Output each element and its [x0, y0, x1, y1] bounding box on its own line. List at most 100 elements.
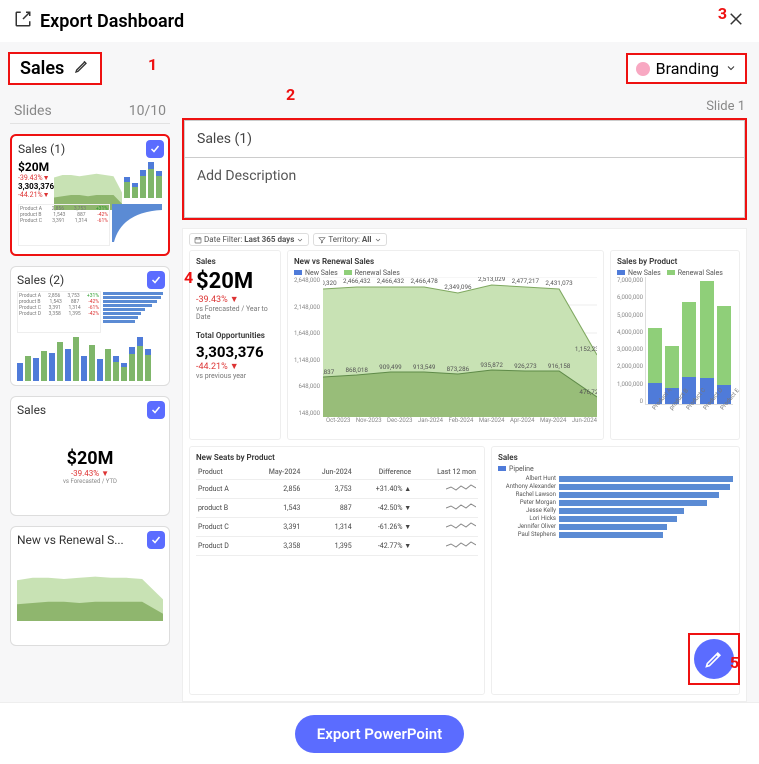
slides-label: Slides: [14, 103, 52, 119]
table-row: product B1,543887-42.50% ▼: [196, 499, 478, 518]
slide-description-input[interactable]: Add Description: [184, 158, 745, 218]
th-may[interactable]: May-2024: [249, 465, 303, 480]
export-powerpoint-button[interactable]: Export PowerPoint: [295, 715, 464, 753]
slide-include-checkbox[interactable]: [146, 140, 164, 158]
territory-filter-label: Territory:: [328, 235, 360, 244]
hbar-row: Rachel Lawson: [498, 491, 733, 498]
slides-header: Slides 10/10: [10, 103, 170, 124]
kpi-opp-title: Total Opportunities: [196, 331, 274, 340]
kpi-sales-value: $20M: [196, 269, 274, 294]
slide-thumb-title: Sales (2): [17, 273, 163, 287]
table-row: Product C3,3911,314-61.26% ▼: [196, 518, 478, 537]
svg-text:2,431,073: 2,431,073: [545, 279, 573, 287]
titlebar: Sales Branding: [0, 42, 759, 95]
slide-include-checkbox[interactable]: [147, 531, 165, 549]
callout-1: 1: [148, 55, 157, 74]
svg-text:916,158: 916,158: [548, 362, 571, 370]
callout-4: 4: [184, 268, 193, 287]
slide-thumb-preview: $20M -39.43%▼ 3,303,376 -44.21%▼: [18, 160, 162, 250]
th-diff[interactable]: Difference: [354, 465, 413, 480]
svg-text:2,420,320: 2,420,320: [323, 279, 337, 287]
svg-text:2,349,096: 2,349,096: [444, 283, 472, 291]
svg-text:2,477,217: 2,477,217: [512, 277, 540, 285]
th-product[interactable]: Product: [196, 465, 249, 480]
area-chart-legend: New Sales Renewal Sales: [294, 269, 597, 277]
svg-text:909,499: 909,499: [379, 363, 402, 371]
callout-3: 3: [718, 4, 727, 23]
hbar-row: Jesse Kelly: [498, 507, 733, 514]
hbar-row: Anthony Alexander: [498, 483, 733, 490]
slides-sidebar: Slides 10/10 Sales (1) $20M -39.43%▼ 3,3…: [0, 95, 180, 702]
hbar-row: Peter Morgan: [498, 499, 733, 506]
slide-thumb-preview: Product A2,8563,753+31% product B1,54388…: [17, 291, 163, 381]
title-desc-group: Sales (1) Add Description: [182, 118, 747, 220]
slide-thumb-4[interactable]: New vs Renewal S...: [10, 526, 170, 646]
dialog-header: Export Dashboard: [0, 0, 759, 43]
preview-filter-bar: Date Filter: Last 365 days Territory: Al…: [183, 229, 746, 250]
territory-filter-pill[interactable]: Territory: All: [313, 233, 386, 246]
seats-table: Product May-2024 Jun-2024 Difference Las…: [196, 465, 478, 556]
slide-thumb-2[interactable]: Sales (2) Product A2,8563,753+31% produc…: [10, 266, 170, 386]
dialog-title: Export Dashboard: [40, 11, 184, 32]
slide-editor: Slide 1 Sales (1) Add Description Date F…: [180, 95, 759, 702]
svg-text:935,872: 935,872: [480, 361, 503, 369]
callout-2: 2: [286, 85, 295, 104]
slide-thumb-title: New vs Renewal S...: [17, 533, 163, 547]
area-chart: 2,420,3202,466,4322,466,4322,466,4782,34…: [323, 277, 597, 417]
table-title: New Seats by Product: [196, 453, 478, 462]
kpi-sales-delta: -39.43%▼: [196, 294, 274, 305]
svg-text:2,466,432: 2,466,432: [343, 277, 371, 285]
svg-text:868,018: 868,018: [345, 366, 368, 374]
th-jun[interactable]: Jun-2024: [302, 465, 353, 480]
date-filter-value: Last 365 days: [244, 235, 294, 244]
kpi-sales-sub: vs Forecasted / Year to Date: [196, 305, 274, 321]
branding-label: Branding: [656, 59, 719, 78]
slide-include-checkbox[interactable]: [147, 401, 165, 419]
kpi-opp-value: 3,303,376: [196, 343, 274, 361]
edit-slide-button[interactable]: [694, 639, 734, 679]
close-icon[interactable]: [727, 10, 745, 32]
bar-chart-x-axis: Product Aproduct BProduct CProduct DProd…: [617, 407, 733, 421]
kpi-sales-title: Sales: [196, 257, 274, 266]
dashboard-name-edit[interactable]: Sales: [8, 52, 102, 85]
table-row: Product A2,8563,753+31.40% ▲: [196, 480, 478, 499]
hbar-legend: Pipeline: [498, 465, 733, 473]
territory-filter-value: All: [362, 235, 372, 244]
area-chart-title: New vs Renewal Sales: [294, 257, 597, 266]
slide-thumb-title: Sales: [17, 403, 163, 417]
popout-icon[interactable]: [14, 10, 32, 32]
hbar-row: Lori Hicks: [498, 515, 733, 522]
slide-thumb-title: Sales (1): [18, 142, 162, 156]
dialog-footer: Export PowerPoint: [0, 702, 759, 764]
kpi-opp-delta: -44.21%▼: [196, 361, 274, 372]
svg-text:2,513,029: 2,513,029: [478, 277, 506, 283]
svg-text:926,273: 926,273: [514, 362, 537, 370]
brand-color-swatch: [636, 62, 650, 76]
dashboard-name: Sales: [20, 58, 64, 79]
slide-include-checkbox[interactable]: [147, 271, 165, 289]
bar-chart-legend: New Sales Renewal Sales: [617, 269, 733, 277]
th-last12[interactable]: Last 12 mon: [413, 465, 478, 480]
hbar-row: Jennifer Oliver: [498, 523, 733, 530]
hbar-row: Paul Stephens: [498, 531, 733, 538]
hbar-title: Sales: [498, 453, 733, 462]
slide-thumb-preview: [17, 551, 163, 641]
chevron-down-icon: [725, 59, 737, 78]
date-filter-label: Date Filter:: [204, 235, 242, 244]
svg-text:2,466,432: 2,466,432: [377, 277, 405, 285]
slides-count: 10/10: [129, 103, 166, 119]
branding-dropdown[interactable]: Branding: [626, 53, 747, 84]
date-filter-pill[interactable]: Date Filter: Last 365 days: [189, 233, 309, 246]
stacked-bar-chart: [645, 277, 733, 405]
slide-title-input[interactable]: Sales (1): [184, 120, 745, 158]
svg-text:476,729: 476,729: [579, 388, 597, 396]
bar-chart-title: Sales by Product: [617, 257, 733, 266]
slide-thumb-1[interactable]: Sales (1) $20M -39.43%▼ 3,303,376 -44.21…: [10, 134, 170, 256]
callout-5: 5: [730, 653, 739, 672]
horizontal-bar-chart: Albert HuntAnthony AlexanderRachel Lawso…: [498, 475, 733, 538]
area-chart-x-axis: Oct-2023Nov-2023Dec-2023Jan-2024Feb-2024…: [294, 417, 597, 424]
kpi-opp-sub: vs previous year: [196, 372, 274, 380]
slide-thumb-3[interactable]: Sales $20M -39.43% ▼ vs Forecasted / YTD: [10, 396, 170, 516]
table-row: Product D3,3581,395-42.77% ▼: [196, 537, 478, 556]
pencil-icon[interactable]: [74, 58, 90, 79]
